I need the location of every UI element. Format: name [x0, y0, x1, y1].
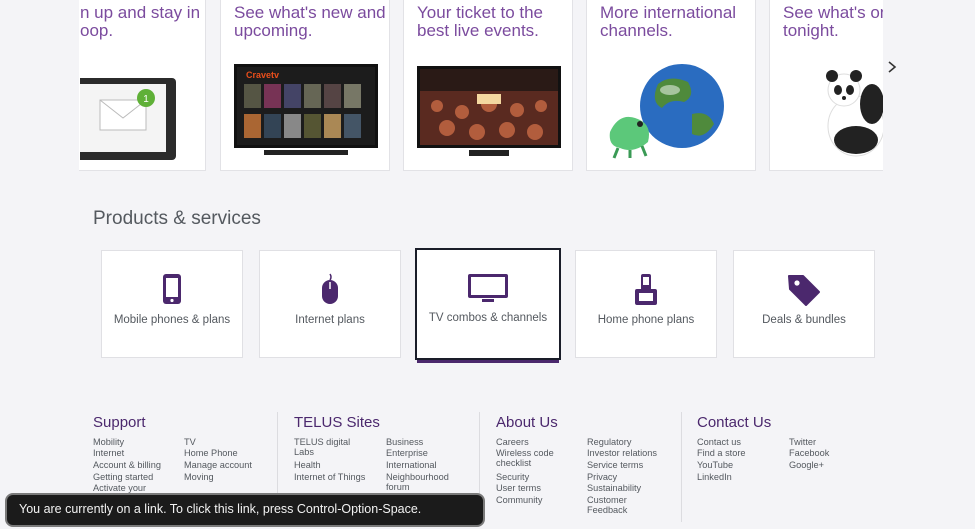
home-phone-icon	[634, 273, 658, 312]
promo-card-text: More international channels.	[600, 3, 737, 40]
footer-link[interactable]: Find a store	[697, 448, 746, 458]
promo-carousel: n up and stay in oop. 1 See what's new a…	[79, 0, 883, 172]
footer-link[interactable]: LinkedIn	[697, 472, 732, 482]
mobile-phone-icon	[162, 273, 182, 310]
tile-label: Home phone plans	[597, 314, 695, 326]
svg-text:1: 1	[143, 94, 149, 105]
footer-link[interactable]: Community	[496, 495, 542, 505]
footer-link[interactable]: Security	[496, 472, 529, 482]
promo-card-text: Your ticket to the best live events.	[417, 3, 544, 40]
footer-link[interactable]: Getting started	[93, 472, 153, 482]
footer-link[interactable]: YouTube	[697, 460, 733, 470]
footer-link[interactable]: TV	[184, 437, 196, 447]
cravetv-logo: Cravetv	[246, 70, 279, 80]
footer-link[interactable]: Contact us	[697, 437, 741, 447]
tile-tv-combos[interactable]: TV combos & channels	[415, 248, 561, 360]
tile-label: TV combos & channels	[428, 312, 548, 324]
footer-link[interactable]: Health	[294, 460, 321, 470]
footer-link[interactable]: Careers	[496, 437, 529, 447]
promo-card-text: n up and stay in oop.	[80, 3, 201, 40]
footer-link[interactable]: Service terms	[587, 460, 643, 470]
footer-link[interactable]: Privacy	[587, 472, 617, 482]
tv-cravetv-illustration: Cravetv	[234, 64, 378, 165]
tile-label: Deals & bundles	[762, 314, 846, 326]
promo-card-partial[interactable]: n up and stay in oop. 1	[79, 0, 206, 171]
footer-link[interactable]: International	[386, 460, 437, 470]
promo-card-crave[interactable]: See what's new and upcoming. Cravetv	[220, 0, 390, 171]
footer-link[interactable]: Manage account	[184, 460, 252, 470]
tablet-email-illustration: 1	[79, 78, 176, 165]
footer-divider	[681, 412, 682, 522]
tile-home-phone[interactable]: Home phone plans	[575, 250, 717, 358]
footer-link[interactable]: Investor relations	[587, 448, 657, 458]
globe-chameleon-illustration	[600, 62, 744, 165]
footer-link[interactable]: Mobility	[93, 437, 124, 447]
products-section-title: Products & services	[93, 208, 261, 229]
promo-card-international[interactable]: More international channels.	[586, 0, 756, 171]
footer-support-title: Support	[93, 414, 146, 431]
tile-label: Mobile phones & plans	[113, 314, 231, 326]
promo-card-tv-tonight[interactable]: See what's on TV tonight.	[769, 0, 883, 171]
footer-link[interactable]: Regulatory	[587, 437, 631, 447]
footer-link[interactable]: Neighbourhood forum	[386, 472, 449, 492]
footer-link[interactable]: Internet of Things	[294, 472, 365, 482]
tile-label: Internet plans	[295, 314, 365, 326]
tv-icon	[467, 272, 509, 309]
footer-link[interactable]: Customer Feedback	[587, 495, 627, 515]
footer-contact-title: Contact Us	[697, 414, 772, 431]
tv-concert-illustration	[417, 66, 561, 165]
footer-link[interactable]: Google+	[789, 460, 824, 470]
footer-link[interactable]: Wireless code checklist	[496, 448, 554, 468]
footer-link[interactable]: Sustainability	[587, 483, 641, 493]
promo-card-text: See what's new and upcoming.	[234, 3, 386, 40]
voiceover-message: You are currently on a link. To click th…	[19, 502, 422, 516]
footer-link[interactable]: Home Phone	[184, 448, 238, 458]
footer-link[interactable]: User terms	[496, 483, 541, 493]
tile-internet-plans[interactable]: Internet plans	[259, 250, 401, 358]
footer-link[interactable]: Facebook	[789, 448, 829, 458]
footer-sites-title: TELUS Sites	[294, 414, 380, 431]
voiceover-caption-panel: You are currently on a link. To click th…	[5, 493, 485, 527]
footer-link[interactable]: TELUS digital Labs	[294, 437, 350, 457]
panda-illustration	[812, 62, 883, 163]
footer-link[interactable]: Activate your	[93, 483, 146, 493]
tile-mobile-phones[interactable]: Mobile phones & plans	[101, 250, 243, 358]
footer-link[interactable]: Business	[386, 437, 423, 447]
active-tile-indicator	[417, 360, 559, 363]
footer-link[interactable]: Twitter	[789, 437, 816, 447]
promo-card-live-events[interactable]: Your ticket to the best live events.	[403, 0, 573, 171]
footer-about-title: About Us	[496, 414, 558, 431]
footer-link[interactable]: Enterprise	[386, 448, 428, 458]
tag-icon	[787, 273, 821, 312]
footer-link[interactable]: Account & billing	[93, 460, 161, 470]
promo-card-text: See what's on TV tonight.	[783, 3, 883, 40]
tile-deals-bundles[interactable]: Deals & bundles	[733, 250, 875, 358]
footer-link[interactable]: Moving	[184, 472, 214, 482]
mouse-icon	[320, 273, 340, 310]
footer-link[interactable]: Internet	[93, 448, 124, 458]
chevron-right-icon[interactable]	[885, 60, 899, 78]
